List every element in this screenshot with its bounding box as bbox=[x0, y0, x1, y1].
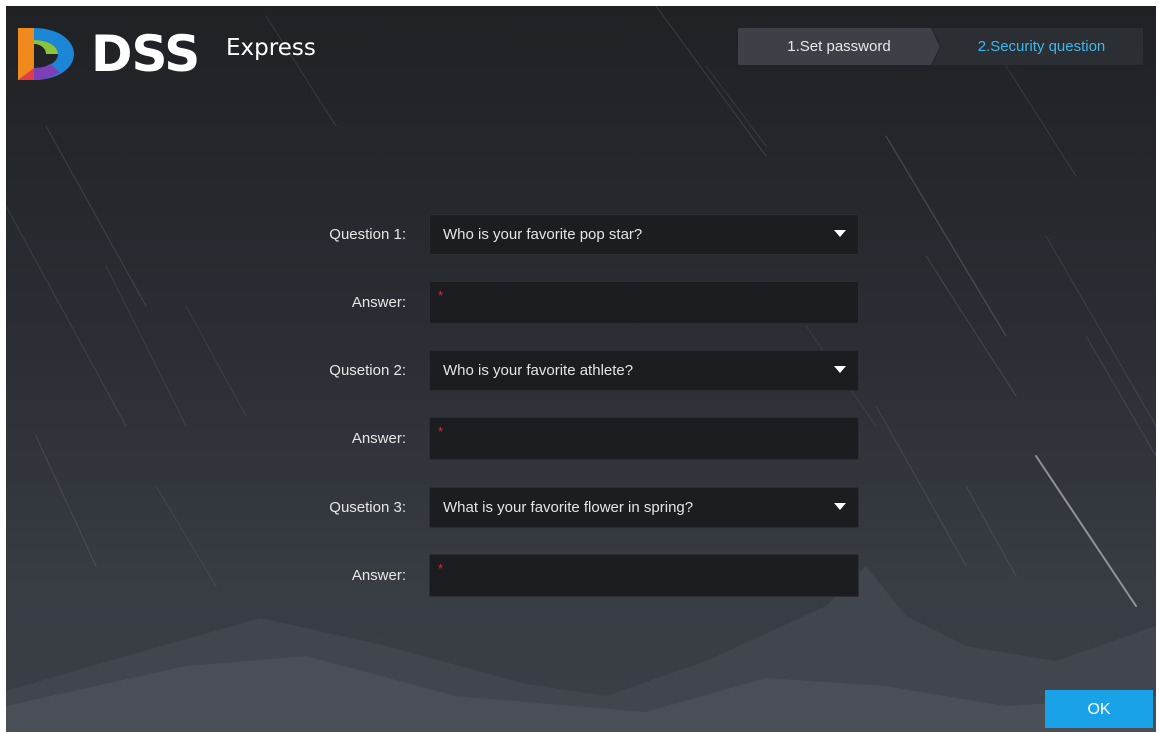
app-logo: DSS Express bbox=[14, 24, 344, 84]
answer-3-label: Answer: bbox=[351, 567, 406, 584]
step-indicator: 1.Set password 2.Security question bbox=[738, 28, 1143, 65]
question-3-label: Qusetion 3: bbox=[329, 499, 406, 516]
required-mark: * bbox=[438, 424, 444, 439]
caret-down-icon bbox=[834, 230, 846, 237]
app-window: DSS Express 1.Set password 2.Security qu… bbox=[6, 6, 1156, 732]
logo-text-express: Express bbox=[226, 35, 316, 61]
question-3-select[interactable]: What is your favorite flower in spring? bbox=[429, 487, 859, 528]
answer-2-label: Answer: bbox=[351, 430, 406, 447]
question-1-value: Who is your favorite pop star? bbox=[443, 226, 643, 243]
answer-1-row: Answer: * bbox=[6, 281, 1156, 324]
answer-1-input[interactable] bbox=[429, 281, 859, 324]
question-2-label: Qusetion 2: bbox=[329, 362, 406, 379]
answer-3-row: Answer: * bbox=[6, 554, 1156, 597]
question-2-select[interactable]: Who is your favorite athlete? bbox=[429, 350, 859, 391]
required-mark: * bbox=[438, 561, 444, 576]
dss-logo-icon bbox=[18, 28, 74, 80]
step-set-password: 1.Set password bbox=[738, 28, 940, 65]
question-1-row: Question 1: Who is your favorite pop sta… bbox=[6, 213, 1156, 256]
answer-3-input[interactable] bbox=[429, 554, 859, 597]
question-2-value: Who is your favorite athlete? bbox=[443, 362, 634, 379]
required-mark: * bbox=[438, 288, 444, 303]
answer-2-row: Answer: * bbox=[6, 417, 1156, 460]
step-security-question: 2.Security question bbox=[932, 28, 1143, 65]
ok-button[interactable]: OK bbox=[1045, 690, 1153, 728]
logo-text-dss: DSS bbox=[91, 25, 200, 83]
caret-down-icon bbox=[834, 503, 846, 510]
answer-2-input[interactable] bbox=[429, 417, 859, 460]
question-3-row: Qusetion 3: What is your favorite flower… bbox=[6, 486, 1156, 529]
question-2-row: Qusetion 2: Who is your favorite athlete… bbox=[6, 349, 1156, 392]
caret-down-icon bbox=[834, 366, 846, 373]
question-1-label: Question 1: bbox=[329, 226, 406, 243]
question-3-value: What is your favorite flower in spring? bbox=[443, 499, 694, 516]
question-1-select[interactable]: Who is your favorite pop star? bbox=[429, 214, 859, 255]
answer-1-label: Answer: bbox=[351, 294, 406, 311]
